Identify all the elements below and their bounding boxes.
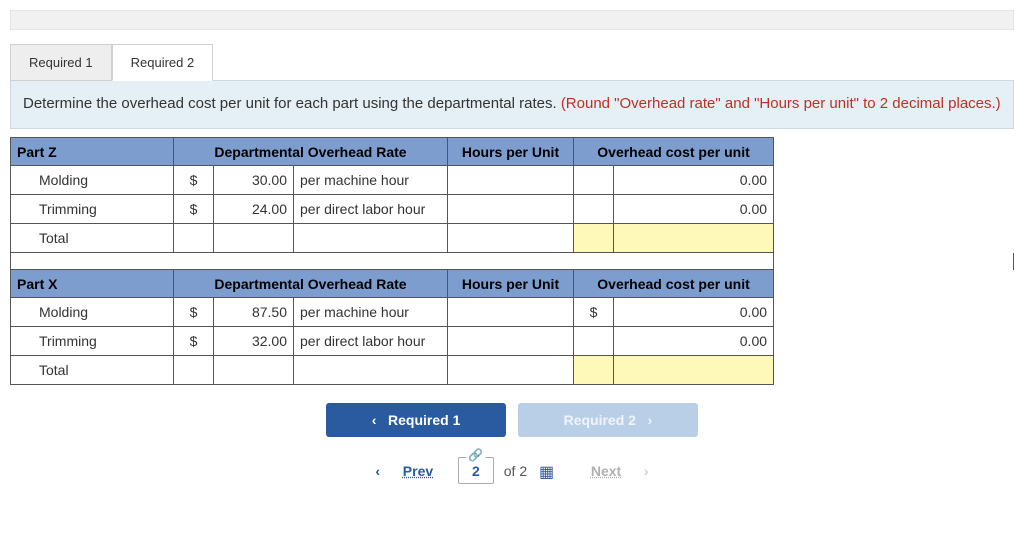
col-cost: Overhead cost per unit	[574, 138, 774, 166]
hours-input[interactable]	[448, 298, 574, 327]
part-z-row-total: Total	[11, 224, 1014, 253]
prev-required-button[interactable]: ‹ Required 1	[326, 403, 506, 437]
hours-input	[448, 356, 574, 385]
col-hours: Hours per Unit	[448, 138, 574, 166]
rate-unit	[294, 356, 448, 385]
col-rate: Departmental Overhead Rate	[174, 270, 448, 298]
chevron-right-icon: ›	[644, 463, 649, 479]
hours-input[interactable]	[448, 327, 574, 356]
rate-input[interactable]: 87.50	[214, 298, 294, 327]
rate-unit: per machine hour	[294, 166, 448, 195]
prev-required-label: Required 1	[388, 412, 460, 428]
chevron-left-icon[interactable]: ‹	[375, 463, 380, 479]
rate-input[interactable]: 30.00	[214, 166, 294, 195]
cost-value: 0.00	[614, 195, 774, 224]
col-hours: Hours per Unit	[448, 270, 574, 298]
part-z-title: Part Z	[11, 138, 174, 166]
pager-total: 2	[519, 463, 527, 479]
cost-value: 0.00	[614, 298, 774, 327]
cost-total	[614, 224, 774, 253]
rate-input[interactable]: 24.00	[214, 195, 294, 224]
pager-next: Next	[576, 463, 636, 479]
currency-symbol	[174, 356, 214, 385]
tab-required-1[interactable]: Required 1	[10, 44, 112, 81]
currency-symbol: $	[174, 195, 214, 224]
row-label: Total	[11, 224, 174, 253]
grid-icon[interactable]: ▦	[539, 462, 554, 482]
rate-unit	[294, 224, 448, 253]
instruction-note: (Round "Overhead rate" and "Hours per un…	[561, 95, 1001, 112]
cost-symbol	[574, 195, 614, 224]
cost-value: 0.00	[614, 166, 774, 195]
cost-symbol	[574, 224, 614, 253]
rate-unit: per machine hour	[294, 298, 448, 327]
table-header-part-x: Part X Departmental Overhead Rate Hours …	[11, 270, 1014, 298]
chevron-right-icon: ›	[648, 412, 653, 428]
part-x-title: Part X	[11, 270, 174, 298]
rate-input	[214, 224, 294, 253]
next-required-button: Required 2 ›	[518, 403, 698, 437]
cost-symbol	[574, 356, 614, 385]
instruction-text: Determine the overhead cost per unit for…	[23, 95, 561, 112]
col-rate: Departmental Overhead Rate	[174, 138, 448, 166]
part-z-row-trimming: Trimming $ 24.00 per direct labor hour 0…	[11, 195, 1014, 224]
tabs: Required 1 Required 2	[10, 44, 1014, 81]
pager-current[interactable]: 🔗 2	[458, 457, 494, 484]
chevron-left-icon: ‹	[372, 412, 377, 428]
row-label: Molding	[11, 166, 174, 195]
row-label: Total	[11, 356, 174, 385]
cost-symbol	[574, 327, 614, 356]
instruction: Determine the overhead cost per unit for…	[10, 80, 1014, 129]
currency-symbol: $	[174, 327, 214, 356]
currency-symbol	[174, 224, 214, 253]
pager: ‹ Prev 🔗 2 of 2 ▦ Next ›	[10, 457, 1014, 484]
cost-value: 0.00	[614, 327, 774, 356]
table-header-part-z: Part Z Departmental Overhead Rate Hours …	[11, 138, 1014, 166]
cost-total	[614, 356, 774, 385]
cost-symbol: $	[574, 298, 614, 327]
top-bar	[10, 10, 1014, 30]
row-label: Trimming	[11, 195, 174, 224]
hours-input	[448, 224, 574, 253]
next-required-label: Required 2	[564, 412, 636, 428]
rate-unit: per direct labor hour	[294, 195, 448, 224]
rate-unit: per direct labor hour	[294, 327, 448, 356]
pager-current-value: 2	[472, 463, 480, 479]
col-cost: Overhead cost per unit	[574, 270, 774, 298]
nav-buttons: ‹ Required 1 Required 2 ›	[10, 403, 1014, 437]
parts-table: Part Z Departmental Overhead Rate Hours …	[10, 137, 1014, 385]
hours-input[interactable]	[448, 166, 574, 195]
currency-symbol: $	[174, 166, 214, 195]
part-x-row-total: Total	[11, 356, 1014, 385]
pager-of-label: of	[504, 463, 516, 479]
hours-input[interactable]	[448, 195, 574, 224]
rate-input	[214, 356, 294, 385]
pager-prev[interactable]: Prev	[388, 463, 448, 479]
cost-symbol	[574, 166, 614, 195]
part-z-row-molding: Molding $ 30.00 per machine hour 0.00	[11, 166, 1014, 195]
row-label: Molding	[11, 298, 174, 327]
rate-input[interactable]: 32.00	[214, 327, 294, 356]
link-icon: 🔗	[466, 448, 485, 462]
part-x-row-molding: Molding $ 87.50 per machine hour $ 0.00	[11, 298, 1014, 327]
tab-required-2[interactable]: Required 2	[112, 44, 214, 81]
pager-of: of 2	[504, 463, 531, 479]
currency-symbol: $	[174, 298, 214, 327]
part-x-row-trimming: Trimming $ 32.00 per direct labor hour 0…	[11, 327, 1014, 356]
row-label: Trimming	[11, 327, 174, 356]
